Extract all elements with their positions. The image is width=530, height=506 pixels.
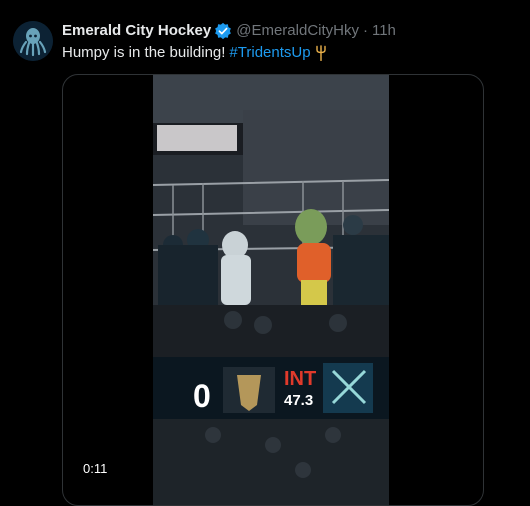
video-frame[interactable]: 0 INT 47.3 bbox=[153, 75, 389, 505]
timestamp[interactable]: 11h bbox=[372, 21, 396, 41]
avatar[interactable] bbox=[13, 21, 53, 61]
hashtag-link[interactable]: #TridentsUp bbox=[229, 43, 310, 63]
scoreboard-clock: 47.3 bbox=[284, 392, 313, 409]
scoreboard-score: 0 bbox=[193, 378, 211, 414]
display-name[interactable]: Emerald City Hockey bbox=[62, 21, 211, 41]
tweet-header: Emerald City Hockey @EmeraldCityHky · 11… bbox=[62, 20, 396, 42]
tweet-text: Humpy is in the building! #TridentsUp bbox=[62, 42, 327, 64]
trident-icon bbox=[315, 45, 326, 61]
scoreboard-period: INT bbox=[284, 368, 316, 390]
tweet: Emerald City Hockey @EmeraldCityHky · 11… bbox=[0, 0, 530, 506]
tweet-text-content: Humpy is in the building! bbox=[62, 44, 226, 61]
kraken-logo-icon bbox=[13, 21, 53, 61]
handle[interactable]: @EmeraldCityHky bbox=[236, 21, 359, 41]
video-player[interactable]: 0 INT 47.3 0:11 bbox=[62, 74, 484, 506]
verified-badge-icon[interactable] bbox=[214, 22, 232, 40]
separator-dot: · bbox=[362, 22, 368, 39]
video-duration: 0:11 bbox=[77, 459, 114, 479]
